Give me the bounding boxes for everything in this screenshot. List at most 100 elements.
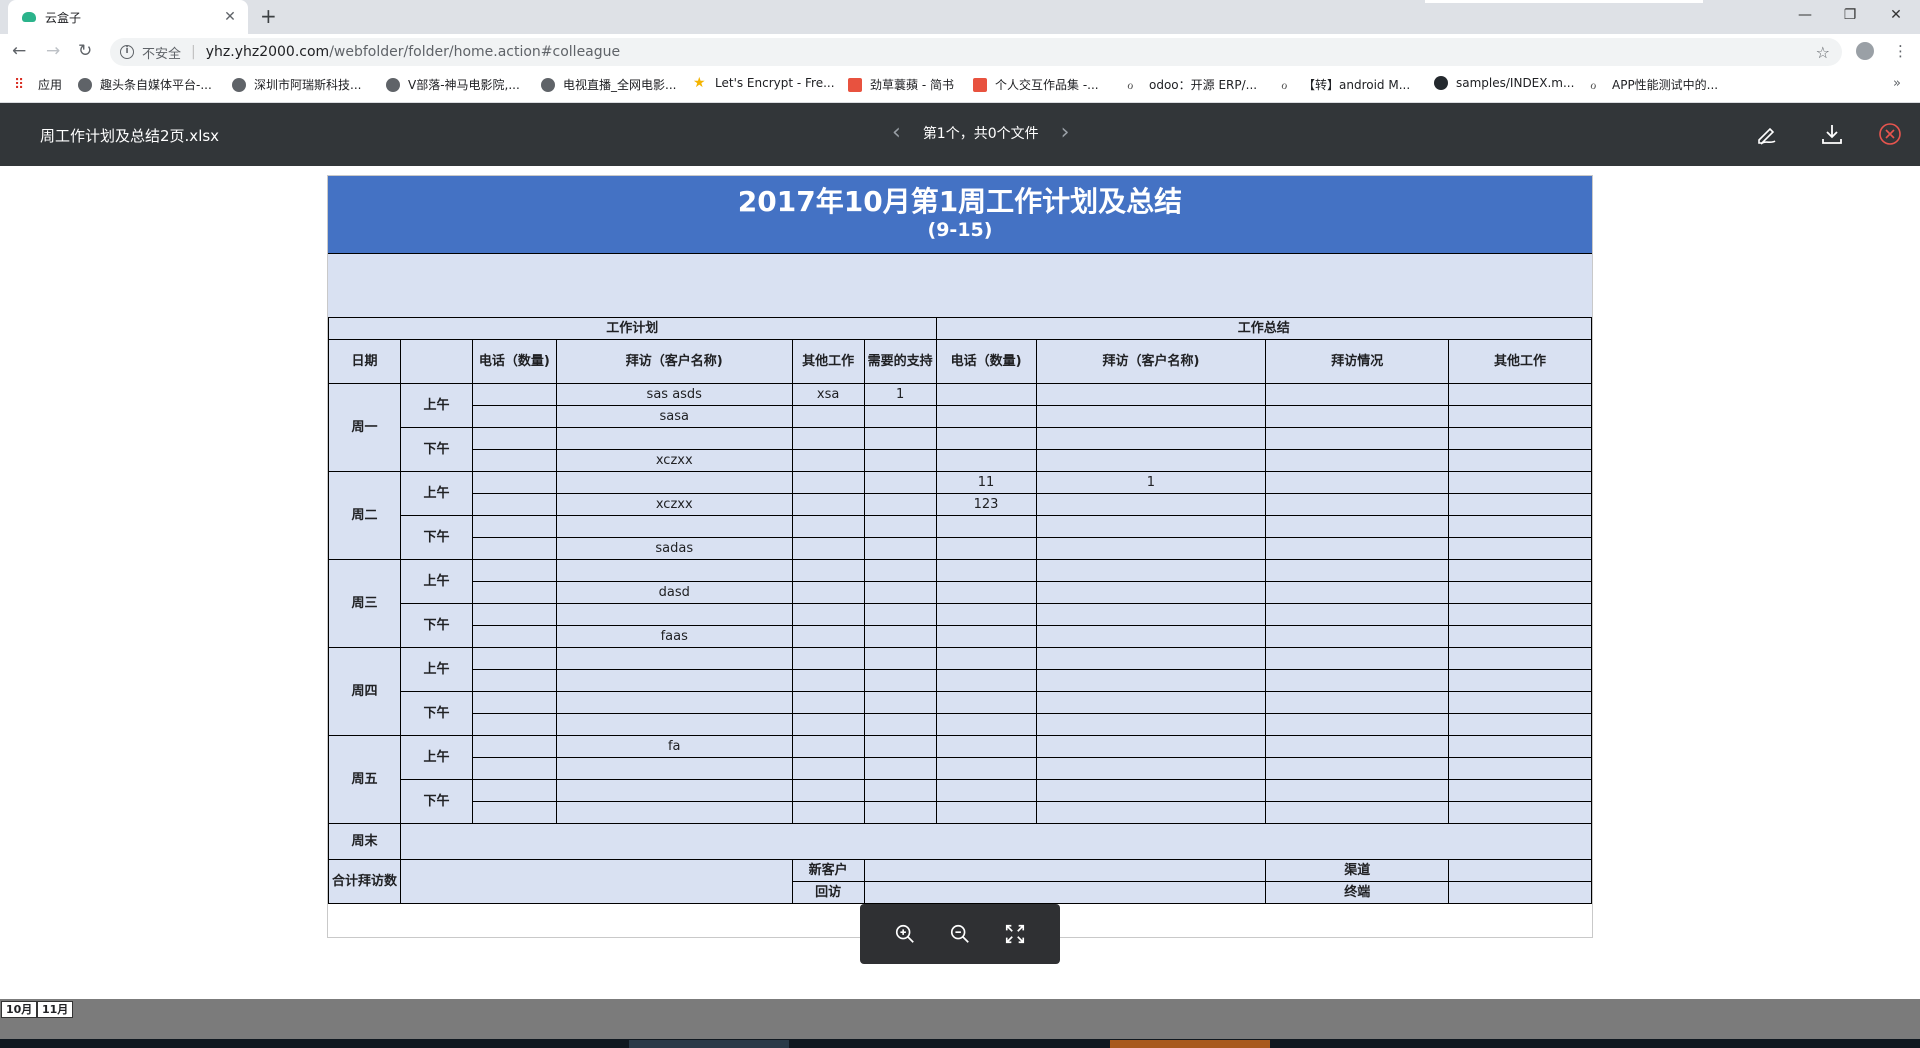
cell-visit-summary[interactable] (1035, 559, 1267, 582)
bookmark-item[interactable]: V部落-神马电影院,... (386, 76, 520, 93)
cell-other[interactable] (791, 779, 865, 802)
next-file-icon[interactable]: › (1061, 122, 1070, 144)
cell-visit-status[interactable] (1265, 449, 1450, 472)
cell-visit-summary[interactable] (1035, 647, 1267, 670)
reload-icon[interactable]: ↻ (78, 41, 92, 61)
cell-support[interactable] (863, 405, 937, 428)
cell-other-summary[interactable] (1448, 493, 1592, 516)
cell-phone-summary[interactable] (935, 537, 1037, 560)
cell-visit-status[interactable] (1265, 537, 1450, 560)
cell-other-summary[interactable] (1448, 427, 1592, 450)
cell-visit[interactable] (555, 559, 793, 582)
cell-visit[interactable]: dasd (555, 581, 793, 604)
cell-phone[interactable] (471, 449, 557, 472)
cell-visit-summary[interactable] (1035, 603, 1267, 626)
browser-menu-icon[interactable]: ⋮ (1893, 42, 1908, 60)
cell-phone-summary[interactable]: 11 (935, 471, 1037, 494)
sheet-tab-oct[interactable]: 10月 (1, 1001, 38, 1018)
cell-phone-summary[interactable] (935, 713, 1037, 736)
window-close-icon[interactable]: ✕ (1873, 0, 1919, 30)
cell-other[interactable] (791, 449, 865, 472)
bookmark-item[interactable]: 深圳市阿瑞斯科技... (232, 76, 361, 93)
cell-visit-summary[interactable] (1035, 691, 1267, 714)
zoom-out-icon[interactable] (947, 921, 973, 947)
cell-other[interactable] (791, 625, 865, 648)
cell-other[interactable] (791, 757, 865, 780)
cell-phone[interactable] (471, 647, 557, 670)
cell-visit-status[interactable] (1265, 581, 1450, 604)
cell-other[interactable] (791, 713, 865, 736)
cell-visit[interactable] (555, 669, 793, 692)
edit-icon[interactable] (1754, 121, 1780, 147)
cell-support[interactable] (863, 537, 937, 560)
cell-visit-status[interactable] (1265, 757, 1450, 780)
cell-support[interactable] (863, 647, 937, 670)
cell-support[interactable] (863, 801, 937, 824)
cell-visit-summary[interactable]: 1 (1035, 471, 1267, 494)
cell-visit-status[interactable] (1265, 669, 1450, 692)
cell-other-summary[interactable] (1448, 405, 1592, 428)
download-icon[interactable] (1819, 121, 1845, 147)
cell-support[interactable] (863, 493, 937, 516)
cell-other-summary[interactable] (1448, 647, 1592, 670)
bookmark-item[interactable]: ℴ odoo：开源 ERP/... (1127, 76, 1257, 93)
cell-visit[interactable] (555, 427, 793, 450)
cell-phone[interactable] (471, 691, 557, 714)
cell-support[interactable] (863, 471, 937, 494)
cell-phone[interactable] (471, 559, 557, 582)
cell-other-summary[interactable] (1448, 735, 1592, 758)
cell-support[interactable]: 1 (863, 383, 937, 406)
cell-support[interactable] (863, 757, 937, 780)
cell-phone[interactable] (471, 757, 557, 780)
cell-phone[interactable] (471, 383, 557, 406)
cell-visit-summary[interactable] (1035, 669, 1267, 692)
cell-visit[interactable]: faas (555, 625, 793, 648)
cell-visit-status[interactable] (1265, 625, 1450, 648)
cell-visit-status[interactable] (1265, 405, 1450, 428)
cell-other[interactable] (791, 581, 865, 604)
cell-support[interactable] (863, 669, 937, 692)
cell-phone[interactable] (471, 471, 557, 494)
weekend-cell[interactable] (399, 823, 1593, 860)
cell-phone[interactable] (471, 779, 557, 802)
cell-visit-summary[interactable] (1035, 537, 1267, 560)
cell-visit-status[interactable] (1265, 801, 1450, 824)
cell-support[interactable] (863, 515, 937, 538)
cell-phone[interactable] (471, 493, 557, 516)
cell-phone[interactable] (471, 515, 557, 538)
cell-support[interactable] (863, 559, 937, 582)
cell-visit-summary[interactable] (1035, 405, 1267, 428)
cell-visit-status[interactable] (1265, 647, 1450, 670)
cell-phone-summary[interactable] (935, 449, 1037, 472)
channel-cell[interactable] (1448, 859, 1592, 882)
total-visits-cell[interactable] (399, 859, 793, 904)
minimize-icon[interactable]: — (1782, 0, 1828, 30)
cell-other[interactable] (791, 471, 865, 494)
cell-visit[interactable]: sadas (555, 537, 793, 560)
cell-phone-summary[interactable] (935, 801, 1037, 824)
info-icon[interactable]: i (120, 45, 134, 59)
cell-phone-summary[interactable] (935, 757, 1037, 780)
cell-support[interactable] (863, 449, 937, 472)
bookmark-star-icon[interactable]: ☆ (1816, 43, 1830, 62)
cell-phone[interactable] (471, 427, 557, 450)
cell-visit-summary[interactable] (1035, 757, 1267, 780)
cell-visit-status[interactable] (1265, 515, 1450, 538)
taskbar-app[interactable] (629, 1040, 789, 1048)
cell-visit-summary[interactable] (1035, 625, 1267, 648)
cell-phone-summary[interactable] (935, 427, 1037, 450)
cell-phone[interactable] (471, 603, 557, 626)
cell-visit[interactable]: sas asds (555, 383, 793, 406)
cell-phone-summary[interactable] (935, 515, 1037, 538)
cell-visit-status[interactable] (1265, 779, 1450, 802)
cell-support[interactable] (863, 427, 937, 450)
cell-other-summary[interactable] (1448, 471, 1592, 494)
cell-support[interactable] (863, 779, 937, 802)
profile-avatar[interactable] (1856, 42, 1874, 60)
cell-phone-summary[interactable] (935, 603, 1037, 626)
new-tab-button[interactable]: + (260, 4, 277, 28)
cell-phone-summary[interactable] (935, 647, 1037, 670)
browser-tab[interactable]: 云盒子 ✕ (8, 0, 248, 34)
cell-phone-summary[interactable] (935, 625, 1037, 648)
cell-visit-status[interactable] (1265, 735, 1450, 758)
